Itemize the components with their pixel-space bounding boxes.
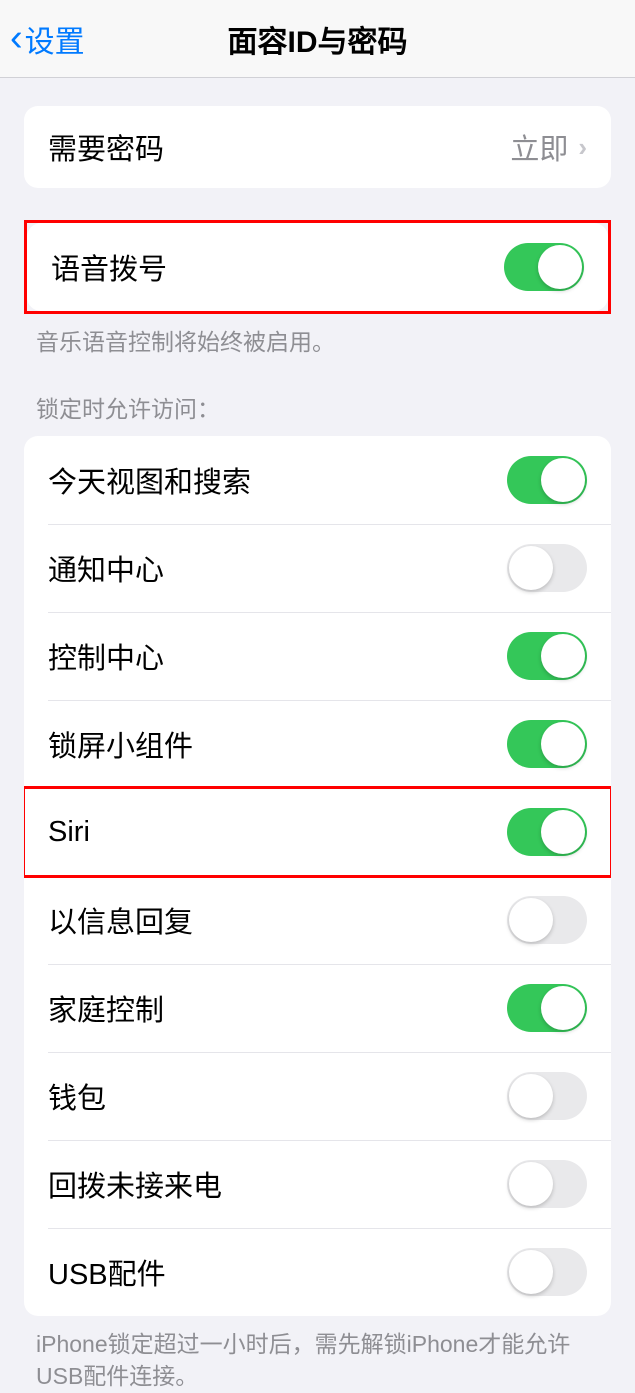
lock-access-row: 钱包 — [24, 1052, 611, 1140]
toggle-knob — [509, 546, 553, 590]
lock-access-item-label: 钱包 — [48, 1075, 106, 1117]
lock-access-row: Siri — [24, 788, 611, 876]
lock-access-row: 以信息回复 — [24, 876, 611, 964]
toggle-knob — [509, 1162, 553, 1206]
lock-access-header: 锁定时允许访问： — [0, 390, 635, 436]
lock-access-toggle[interactable] — [507, 1160, 587, 1208]
toggle-knob — [541, 810, 585, 854]
lock-access-item-label: 通知中心 — [48, 547, 164, 589]
lock-access-list: 今天视图和搜索通知中心控制中心锁屏小组件 Siri 以信息回复家庭控制钱包回拨未接来… — [24, 436, 611, 1316]
lock-access-item-label: 回拨未接来电 — [48, 1163, 222, 1205]
lock-access-item-label: 锁屏小组件 — [48, 723, 193, 765]
chevron-right-icon: › — [578, 132, 587, 163]
toggle-knob — [538, 245, 582, 289]
toggle-knob — [541, 458, 585, 502]
lock-access-item-label: 家庭控制 — [48, 987, 164, 1029]
back-button[interactable]: ‹ 设置 — [0, 17, 85, 61]
navigation-bar: ‹ 设置 面容ID与密码 — [0, 0, 635, 78]
voice-dial-label: 语音拨号 — [51, 246, 167, 288]
lock-access-toggle[interactable] — [507, 456, 587, 504]
lock-access-row: 控制中心 — [24, 612, 611, 700]
toggle-knob — [509, 1250, 553, 1294]
require-passcode-value: 立即 — [510, 126, 568, 168]
require-passcode-label: 需要密码 — [48, 126, 164, 168]
lock-access-item-label: 以信息回复 — [48, 899, 193, 941]
lock-access-toggle[interactable] — [507, 544, 587, 592]
lock-access-toggle[interactable] — [507, 632, 587, 680]
lock-access-toggle[interactable] — [507, 720, 587, 768]
lock-access-toggle[interactable] — [507, 984, 587, 1032]
voice-dial-footer: 音乐语音控制将始终被启用。 — [0, 314, 635, 358]
lock-access-row: USB配件 — [24, 1228, 611, 1316]
lock-access-toggle[interactable] — [507, 896, 587, 944]
lock-access-row: 家庭控制 — [24, 964, 611, 1052]
lock-access-item-label: USB配件 — [48, 1251, 166, 1293]
lock-access-toggle[interactable] — [507, 1248, 587, 1296]
lock-access-row: 回拨未接来电 — [24, 1140, 611, 1228]
lock-access-row: 锁屏小组件 — [24, 700, 611, 788]
lock-access-toggle[interactable] — [507, 808, 587, 856]
toggle-knob — [541, 722, 585, 766]
require-passcode-row[interactable]: 需要密码 立即 › — [24, 106, 611, 188]
lock-access-item-label: 今天视图和搜索 — [48, 459, 251, 501]
voice-dial-row: 语音拨号 — [27, 223, 608, 311]
lock-access-row: 通知中心 — [24, 524, 611, 612]
toggle-knob — [509, 1074, 553, 1118]
lock-access-item-label: Siri — [48, 816, 90, 849]
lock-access-row: 今天视图和搜索 — [24, 436, 611, 524]
toggle-knob — [541, 986, 585, 1030]
back-label: 设置 — [25, 17, 85, 61]
lock-access-toggle[interactable] — [507, 1072, 587, 1120]
toggle-knob — [509, 898, 553, 942]
chevron-left-icon: ‹ — [10, 17, 23, 60]
toggle-knob — [541, 634, 585, 678]
voice-dial-toggle[interactable] — [504, 243, 584, 291]
page-title: 面容ID与密码 — [228, 17, 408, 61]
lock-access-item-label: 控制中心 — [48, 635, 164, 677]
highlight-voice-dial: 语音拨号 — [24, 220, 611, 314]
lock-access-footer: iPhone锁定超过一小时后，需先解锁iPhone才能允许USB配件连接。 — [0, 1316, 635, 1392]
